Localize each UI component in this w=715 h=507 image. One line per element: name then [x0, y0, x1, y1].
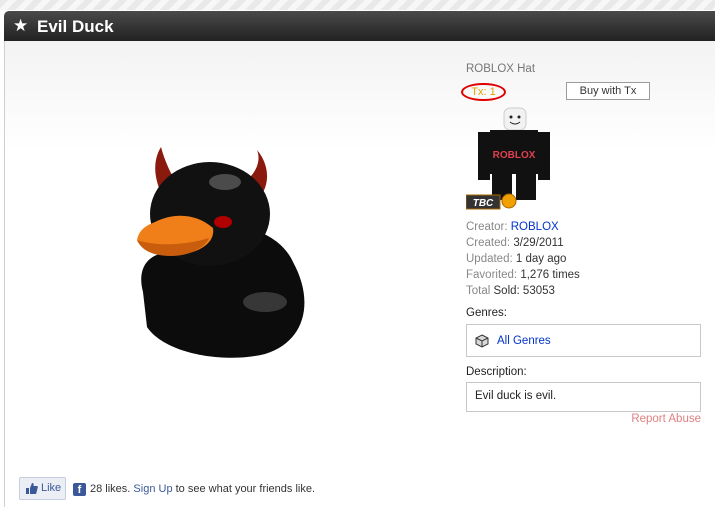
bc-gear-icon: [501, 193, 517, 209]
genres-label: Genres:: [466, 307, 507, 319]
avatar-thumbnail[interactable]: ROBLOX TBC: [466, 106, 562, 210]
updated-value: 1 day ago: [515, 253, 567, 265]
all-genres-link[interactable]: All Genres: [497, 335, 551, 347]
created-row: Created: 3/29/2011: [466, 236, 564, 250]
like-label: Like: [41, 482, 62, 494]
item-type: ROBLOX Hat: [466, 63, 536, 75]
description-label: Description:: [466, 366, 527, 378]
updated-row: Updated: 1 day ago: [466, 252, 566, 266]
cube-icon: [475, 334, 489, 348]
creator-link[interactable]: ROBLOX: [511, 221, 559, 233]
sold-label: Sold:: [493, 285, 520, 297]
buy-with-tx-button[interactable]: Buy with Tx: [566, 82, 650, 100]
creator-row: Creator: ROBLOX: [466, 220, 559, 234]
thumbs-up-icon: [26, 483, 38, 494]
star-icon: ★: [13, 16, 29, 35]
item-title: Evil Duck: [37, 17, 114, 36]
likes-count: 28 likes.: [90, 483, 131, 495]
updated-label: Updated:: [466, 253, 513, 265]
avatar-shirt-text: ROBLOX: [493, 150, 536, 161]
sign-up-link[interactable]: Sign Up: [133, 483, 172, 495]
creator-label: Creator:: [466, 221, 508, 233]
facebook-like-button[interactable]: Like: [19, 477, 66, 500]
evil-duck-image: [137, 147, 305, 358]
description-text: Evil duck is evil.: [475, 390, 557, 402]
favorited-label: Favorited:: [466, 269, 518, 281]
sold-label-total: Total: [466, 285, 491, 297]
favorited-value: 1,276 times: [520, 269, 580, 281]
favorited-row: Favorited: 1,276 times: [466, 268, 580, 282]
price-tx: Tx: 1: [461, 83, 506, 101]
title-bar: ★ Evil Duck: [4, 11, 715, 41]
created-value: 3/29/2011: [513, 237, 564, 249]
description-box: Evil duck is evil.: [466, 382, 701, 412]
top-strip: [0, 0, 715, 10]
sold-row: Total Sold: 53053: [466, 284, 555, 298]
facebook-icon: f: [73, 483, 86, 496]
tbc-badge: TBC: [473, 198, 494, 209]
likes-suffix: to see what your friends like.: [175, 483, 316, 495]
item-panel: [4, 41, 715, 507]
genres-box: All Genres: [466, 324, 701, 357]
created-label: Created:: [466, 237, 511, 249]
report-abuse-link[interactable]: Report Abuse: [631, 413, 701, 425]
facebook-social-text: 28 likes. Sign Up to see what your frien…: [90, 483, 315, 495]
sold-value: 53053: [522, 285, 555, 297]
